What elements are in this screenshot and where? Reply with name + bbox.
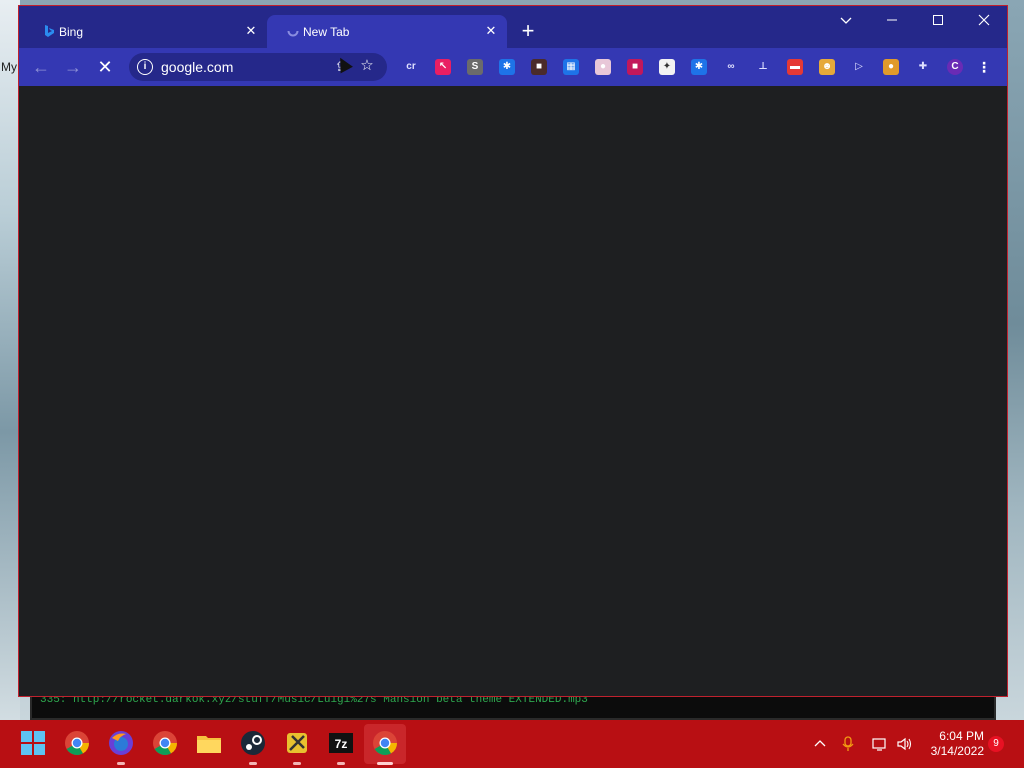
site-info-icon[interactable]: i — [137, 59, 153, 75]
file-explorer-icon[interactable] — [196, 730, 222, 756]
firefox-icon[interactable] — [108, 730, 134, 756]
7zip-icon[interactable]: 7z — [328, 730, 354, 756]
blue-puzzle-extension-icon[interactable]: ✱ — [499, 59, 515, 75]
tools-running-indicator — [293, 762, 301, 765]
tab-label: New Tab — [303, 24, 350, 39]
steam-icon[interactable] — [240, 730, 266, 756]
address-bar-url[interactable]: google.com — [161, 59, 233, 75]
close-tab-icon[interactable]: ✕ — [483, 23, 499, 39]
volume-icon[interactable] — [896, 736, 912, 752]
s-extension-icon[interactable]: S — [467, 59, 483, 75]
cat-extension-icon[interactable]: ☻ — [819, 59, 835, 75]
back-arrow-icon[interactable]: ← — [31, 57, 51, 77]
red-cursor-extension-icon[interactable]: ↖ — [435, 59, 451, 75]
tower-extension-icon[interactable]: ⊥ — [755, 59, 771, 75]
loading-icon — [287, 25, 299, 37]
network-icon[interactable] — [872, 736, 888, 752]
tab-strip: Bing ✕ New Tab ✕ + — [19, 6, 1007, 48]
link-extension-icon[interactable]: ∞ — [723, 59, 739, 75]
grid-extension-icon[interactable]: ▦ — [563, 59, 579, 75]
svg-text:7z: 7z — [335, 737, 348, 751]
chrome-active-indicator — [377, 762, 393, 765]
firefox-running-indicator — [117, 762, 125, 765]
7zip-running-indicator — [337, 762, 345, 765]
bing-icon — [45, 25, 54, 37]
system-clock[interactable]: 6:04 PM 3/14/2022 — [922, 729, 984, 759]
cr-extension-icon[interactable]: cr — [403, 59, 419, 75]
stripes-extension-icon[interactable]: ● — [595, 59, 611, 75]
desktop-shortcut-label[interactable]: My — [1, 60, 17, 74]
stop-loading-icon[interactable]: ✕ — [95, 57, 115, 77]
kebab-menu-icon[interactable]: ⋮ — [977, 59, 991, 75]
taskbar: 7z 6:04 PM 3/14/2022 — [0, 720, 1024, 768]
clock-time: 6:04 PM — [939, 729, 984, 743]
close-window-icon[interactable] — [969, 10, 999, 32]
windows-start-icon[interactable] — [20, 730, 46, 756]
bookmark-star-icon[interactable]: ☆ — [359, 58, 375, 74]
forward-arrow-icon[interactable]: → — [63, 57, 83, 77]
browser-window: Bing ✕ New Tab ✕ + ← → ✕ i google.com ⇪ … — [18, 5, 1008, 697]
steam-running-indicator — [249, 762, 257, 765]
white-extension-icon[interactable]: ✦ — [659, 59, 675, 75]
desktop-wallpaper-strip — [0, 0, 20, 720]
page-content[interactable] — [19, 86, 1007, 696]
tab-bing[interactable]: Bing ✕ — [23, 15, 267, 48]
microphone-icon[interactable] — [840, 736, 856, 752]
tools-app-icon[interactable] — [284, 730, 310, 756]
new-tab-button[interactable]: + — [517, 20, 539, 42]
tab-label: Bing — [59, 24, 84, 39]
chrome-icon[interactable] — [64, 730, 90, 756]
browser-toolbar: ← → ✕ i google.com ⇪ ☆ cr ↖ S ✱ ■ ▦ ● ■ ✦ ✱ ∞ ⊥ ▬ ☻ ▷ ●… — [19, 48, 1007, 86]
chrome-active-icon[interactable] — [372, 730, 398, 756]
play-extension-icon[interactable]: ▷ — [851, 59, 867, 75]
tab-new-tab[interactable]: New Tab ✕ — [267, 15, 507, 48]
profile-avatar[interactable]: C — [947, 59, 963, 75]
blue-piece-extension-icon[interactable]: ✱ — [691, 59, 707, 75]
clock-date: 3/14/2022 — [930, 744, 984, 758]
minimize-icon[interactable] — [877, 10, 907, 32]
maximize-icon[interactable] — [923, 10, 953, 32]
close-tab-icon[interactable]: ✕ — [243, 23, 259, 39]
extensions-puzzle-icon[interactable]: ✚ — [915, 59, 931, 75]
red-square-extension-icon[interactable]: ■ — [627, 59, 643, 75]
dark-extension-icon[interactable]: ■ — [531, 59, 547, 75]
cookie-extension-icon[interactable]: ● — [883, 59, 899, 75]
tab-search-chevron-icon[interactable] — [831, 10, 861, 32]
notification-badge[interactable]: 9 — [988, 736, 1004, 752]
chevron-up-icon[interactable] — [812, 736, 828, 752]
red-card-extension-icon[interactable]: ▬ — [787, 59, 803, 75]
chrome-icon[interactable] — [152, 730, 178, 756]
